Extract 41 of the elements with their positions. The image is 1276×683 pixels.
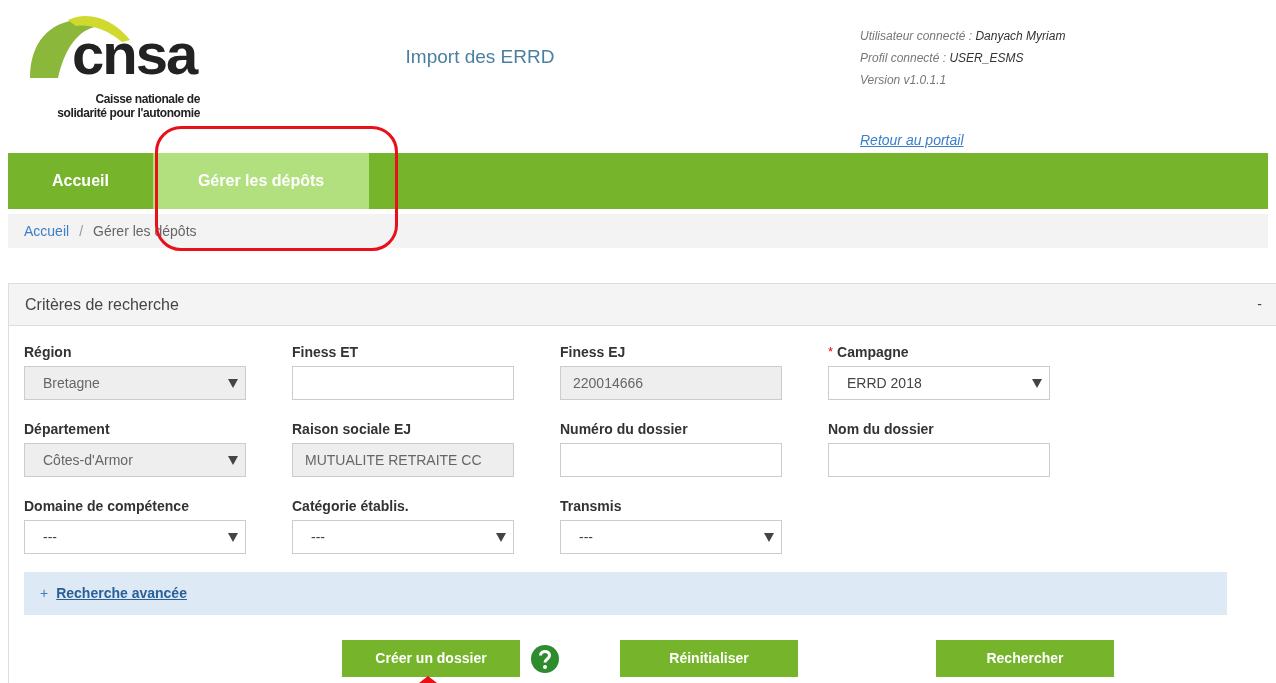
- collapse-toggle[interactable]: -: [1257, 294, 1262, 315]
- user-info-text: Utilisateur connecté : Danyach Myriam: [860, 28, 1066, 45]
- panel-title: Critères de recherche: [25, 294, 179, 315]
- dropdown-arrow-icon: [495, 531, 507, 543]
- input-field[interactable]: [560, 443, 782, 477]
- user-info-text: Profil connecté : USER_ESMS: [860, 50, 1025, 67]
- dropdown-arrow-icon: [227, 377, 239, 389]
- logo-wordmark: cnsa: [72, 24, 197, 84]
- dropdown-arrow-icon: [227, 454, 239, 466]
- field-label: Raison sociale EJ: [292, 419, 412, 439]
- required-mark: *: [828, 343, 834, 362]
- logo-subtitle: Caisse nationale de: [95, 92, 200, 106]
- field-label: Numéro du dossier: [560, 419, 688, 439]
- field-label: Campagne: [837, 342, 909, 362]
- field-label: Finess ET: [292, 342, 359, 362]
- dropdown[interactable]: ERRD 2018: [828, 366, 1050, 400]
- dropdown[interactable]: ---: [292, 520, 514, 554]
- user-info-text: Version v1.0.1.1: [860, 72, 948, 89]
- dropdown-arrow-icon: [227, 531, 239, 543]
- input-field[interactable]: [828, 443, 1050, 477]
- advanced-search-link[interactable]: Recherche avancée: [56, 583, 187, 604]
- field-label: Domaine de compétence: [24, 496, 189, 516]
- logo-subtitle: solidarité pour l'autonomie: [57, 106, 200, 120]
- help-icon[interactable]: [530, 643, 560, 674]
- field-label: Nom du dossier: [828, 419, 934, 439]
- field-label: Transmis: [560, 496, 622, 516]
- dropdown-arrow-icon: [763, 531, 775, 543]
- breadcrumb-separator: /: [79, 221, 84, 241]
- field-label: Finess EJ: [560, 342, 626, 362]
- field-label: Département: [24, 419, 110, 439]
- breadcrumb-link[interactable]: Accueil: [24, 220, 70, 242]
- dropdown-arrow-icon: [1031, 377, 1043, 389]
- input-field[interactable]: [292, 366, 514, 400]
- annotation-arrow-icon: [419, 676, 437, 683]
- dropdown[interactable]: ---: [560, 520, 782, 554]
- field-label: Région: [24, 342, 72, 362]
- expand-toggle[interactable]: +: [40, 583, 49, 604]
- dropdown[interactable]: ---: [24, 520, 246, 554]
- field-label: Catégorie établis.: [292, 496, 409, 516]
- portal-link[interactable]: Retour au portail: [860, 130, 1066, 151]
- app-title: Import des ERRD: [405, 45, 555, 67]
